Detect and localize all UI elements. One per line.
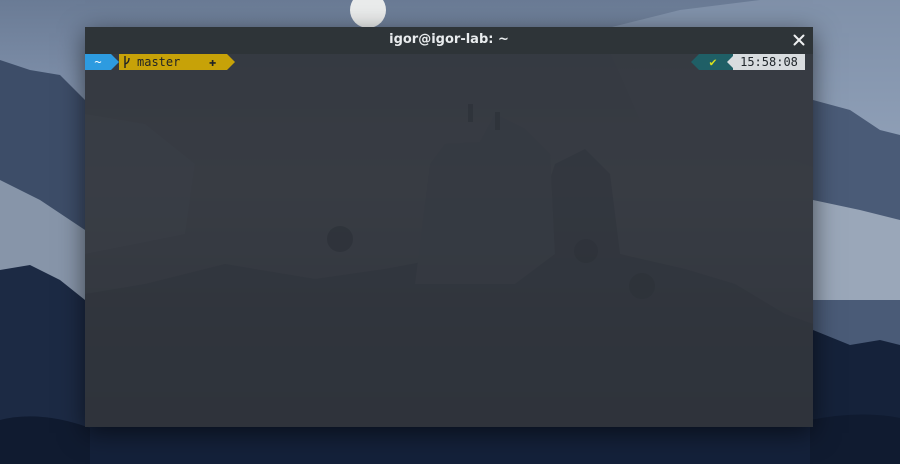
prompt-exit-status: ✔ (709, 55, 717, 69)
prompt-time-segment: 15:58:08 (733, 54, 805, 70)
prompt-directory: ~ (94, 55, 102, 69)
prompt-exit-status-segment: ✔ (699, 54, 727, 70)
prompt-git-branch: master (137, 55, 181, 69)
terminal-background-image (85, 104, 813, 427)
segment-arrow-left-icon (691, 54, 699, 70)
shell-prompt: ~ master ✚ ✔ 15:58:08 (85, 54, 813, 70)
window-title: igor@igor-lab: ~ (389, 32, 509, 47)
terminal-output-area[interactable]: ~ master ✚ ✔ 15:58:08 (85, 54, 813, 427)
prompt-git-status: ✚ (209, 55, 217, 69)
git-branch-icon (124, 56, 130, 68)
prompt-time: 15:58:08 (740, 55, 798, 69)
close-button[interactable] (790, 31, 808, 49)
segment-arrow-icon (227, 54, 235, 70)
close-icon (793, 34, 805, 46)
segment-arrow-icon (111, 54, 119, 70)
terminal-window[interactable]: igor@igor-lab: ~ ~ master ✚ ✔ 15:58:08 (85, 27, 813, 427)
prompt-git-segment: master ✚ (119, 54, 227, 70)
titlebar[interactable]: igor@igor-lab: ~ (85, 27, 813, 54)
prompt-directory-segment: ~ (85, 54, 111, 70)
